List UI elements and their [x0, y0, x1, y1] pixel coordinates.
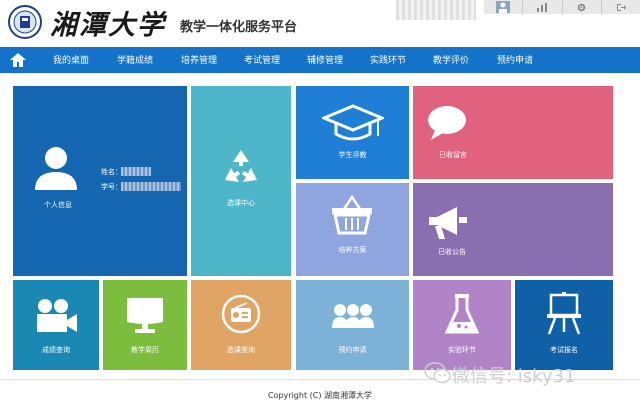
tile-training-plan-label: 培养方案 — [338, 246, 367, 254]
user-info-blurred — [396, 0, 476, 20]
tile-teaching-calendar-label: 教学周历 — [131, 346, 159, 354]
logout-icon — [616, 3, 626, 11]
tile-received-messages-label: 已收留言 — [439, 151, 467, 159]
tile-student-evaluation[interactable]: 学生评教 — [296, 86, 409, 179]
wechat-watermark-icon — [424, 362, 451, 384]
home-icon[interactable] — [8, 51, 28, 69]
logout-button[interactable] — [600, 0, 640, 14]
nav-minor-management[interactable]: 辅修管理 — [307, 53, 343, 66]
group-users-icon — [332, 304, 374, 328]
tile-received-notices[interactable]: 已收公告 — [413, 183, 613, 276]
tile-course-query-label: 选课查询 — [227, 346, 255, 354]
avatar[interactable] — [484, 0, 522, 14]
tile-personal-info[interactable]: 个人信息 姓名： 学号： — [13, 86, 187, 276]
nav-teaching-evaluation[interactable]: 教学评价 — [433, 53, 469, 66]
tile-course-select-center-label: 选课中心 — [227, 199, 255, 207]
tile-appointment[interactable]: 预约申请 — [296, 280, 409, 370]
nav-academic-grades[interactable]: 学籍成绩 — [117, 53, 153, 66]
tile-exam-signup-label: 考试报名 — [550, 346, 578, 354]
speech-bubble-icon — [428, 106, 466, 140]
graduation-cap-icon — [322, 104, 384, 141]
student-id-label: 学号： — [101, 183, 122, 191]
top-toolbar — [484, 0, 640, 14]
tile-student-evaluation-label: 学生评教 — [338, 151, 367, 159]
megaphone-icon — [429, 207, 467, 239]
recycle-icon — [225, 150, 257, 182]
easel-board-icon — [547, 292, 581, 335]
nav-my-desktop[interactable]: 我的桌面 — [53, 53, 89, 66]
nav-practice[interactable]: 实践环节 — [370, 53, 406, 66]
tile-personal-info-label: 个人信息 — [44, 201, 72, 209]
bar-chart-icon — [537, 2, 548, 12]
main-navbar: 我的桌面 学籍成绩 培养管理 考试管理 辅修管理 实践环节 教学评价 预约申请 — [0, 47, 640, 73]
tile-received-notices-label: 已收公告 — [438, 248, 466, 256]
user-icon — [35, 147, 77, 190]
shopping-basket-icon — [332, 195, 372, 235]
tile-course-select-center[interactable]: 选课中心 — [191, 86, 291, 276]
tile-grades-query-label: 成绩查询 — [42, 346, 70, 354]
tile-lab-practice[interactable]: 实验环节 — [413, 280, 511, 370]
video-camera-icon — [37, 299, 77, 332]
monitor-icon — [127, 298, 163, 333]
tile-exam-signup[interactable]: 考试报名 — [515, 280, 613, 370]
gear-icon — [577, 3, 586, 11]
tile-grades-query[interactable]: 成绩查询 — [13, 280, 99, 370]
radio-icon — [221, 294, 261, 334]
student-name-value-blurred — [121, 167, 151, 176]
university-logo-text: 湘潭大学 — [50, 10, 166, 41]
tile-appointment-label: 预约申请 — [338, 346, 367, 354]
tile-training-plan[interactable]: 培养方案 — [296, 183, 409, 276]
flask-icon — [445, 294, 479, 334]
stats-button[interactable] — [522, 0, 561, 14]
tile-lab-practice-label: 实验环节 — [448, 346, 476, 354]
tile-received-messages[interactable]: 已收留言 — [413, 86, 613, 179]
student-id-value-blurred — [121, 182, 181, 191]
university-seal-icon — [8, 5, 42, 39]
tile-course-query[interactable]: 选课查询 — [191, 280, 291, 370]
student-name-label: 姓名： — [101, 168, 122, 176]
watermark-text: 微信号: isky31 — [452, 366, 576, 387]
platform-title: 教学一体化服务平台 — [180, 20, 298, 35]
nav-appointment[interactable]: 预约申请 — [497, 53, 533, 66]
nav-training-management[interactable]: 培养管理 — [181, 53, 217, 66]
settings-button[interactable] — [561, 0, 601, 14]
nav-exam-management[interactable]: 考试管理 — [244, 53, 280, 66]
tile-teaching-calendar[interactable]: 教学周历 — [103, 280, 187, 370]
header: 湘潭大学 教学一体化服务平台 — [0, 0, 640, 46]
footer-copyright: Copyright (C) 湖南湘潭大学 — [267, 391, 372, 400]
